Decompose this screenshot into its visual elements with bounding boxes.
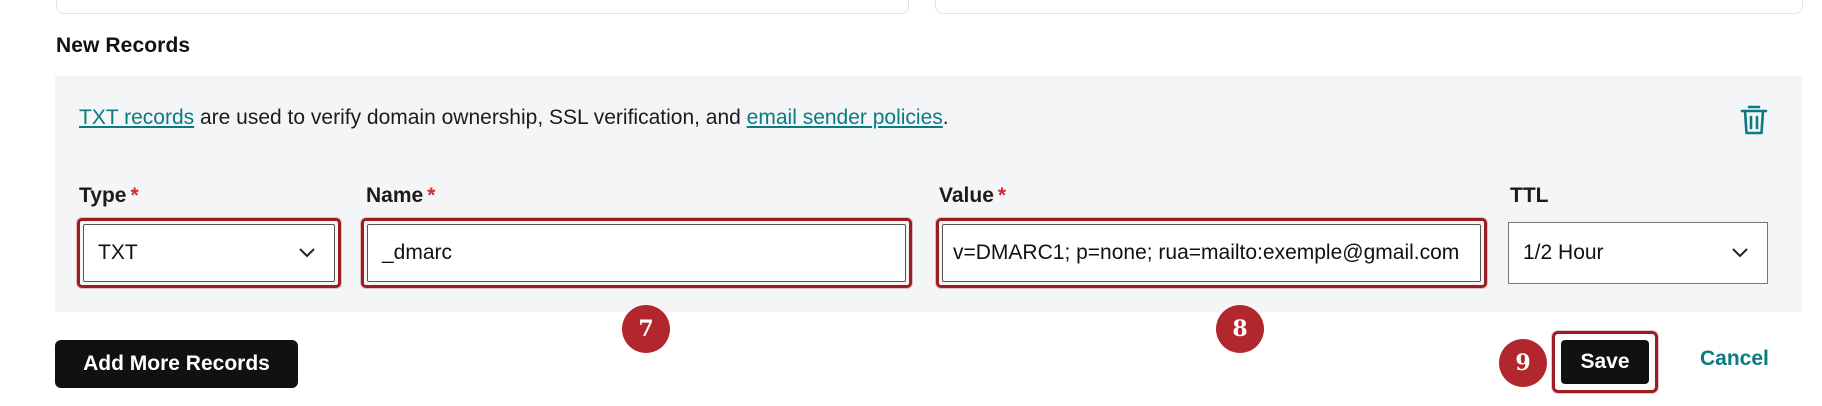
info-middle: are used to verify domain ownership, SSL… xyxy=(194,106,747,129)
step-7-badge: 7 xyxy=(622,305,670,353)
ttl-select-value: 1/2 Hour xyxy=(1523,241,1604,264)
ttl-label: TTL xyxy=(1510,184,1549,207)
save-button[interactable]: Save xyxy=(1561,340,1649,384)
value-input-value: v=DMARC1; p=none; rua=mailto:exemple@gma… xyxy=(953,241,1460,264)
name-label: Name * xyxy=(366,184,436,207)
txt-records-link[interactable]: TXT records xyxy=(79,106,194,129)
step-9-badge: 9 xyxy=(1499,339,1547,387)
value-label: Value * xyxy=(939,184,1007,207)
section-title: New Records xyxy=(56,34,191,57)
ttl-select[interactable]: 1/2 Hour xyxy=(1508,222,1768,284)
email-sender-policies-link[interactable]: email sender policies xyxy=(747,106,943,129)
type-label: Type * xyxy=(79,184,139,207)
info-text: TXT records are used to verify domain ow… xyxy=(79,106,949,130)
add-more-records-button[interactable]: Add More Records xyxy=(55,340,298,388)
name-input-value: _dmarc xyxy=(382,241,453,264)
cancel-button[interactable]: Cancel xyxy=(1700,347,1769,371)
new-record-panel: TXT records are used to verify domain ow… xyxy=(55,76,1802,312)
info-end: . xyxy=(942,106,949,129)
chevron-down-icon xyxy=(299,248,315,258)
record-card-right xyxy=(935,0,1803,14)
type-select[interactable]: TXT xyxy=(77,218,341,288)
name-input[interactable]: _dmarc xyxy=(361,218,912,288)
trash-icon[interactable] xyxy=(1738,102,1770,138)
type-select-value: TXT xyxy=(98,241,138,264)
chevron-down-icon xyxy=(1732,248,1748,258)
value-input[interactable]: v=DMARC1; p=none; rua=mailto:exemple@gma… xyxy=(936,218,1487,288)
record-card-left xyxy=(56,0,909,14)
step-8-badge: 8 xyxy=(1216,305,1264,353)
